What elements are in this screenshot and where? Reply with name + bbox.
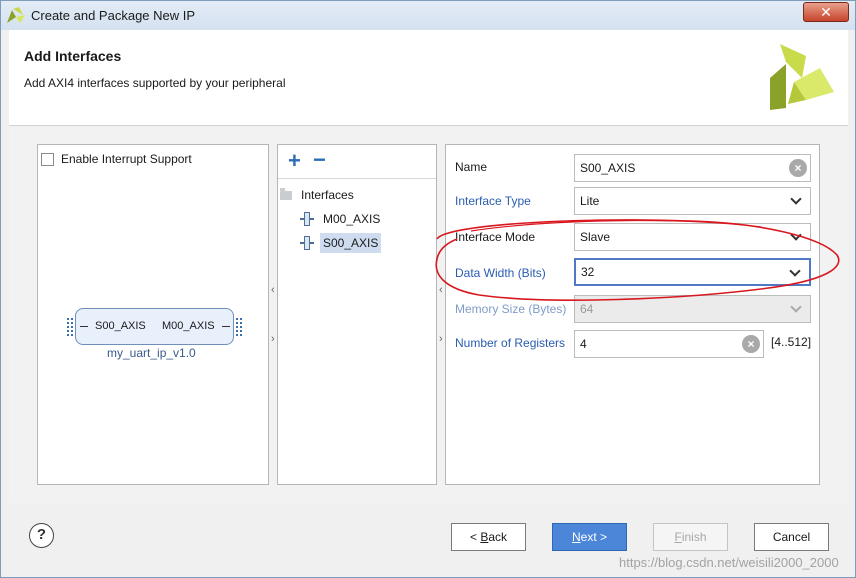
vivado-logo-icon bbox=[770, 44, 834, 110]
port-connector-icon bbox=[236, 318, 242, 336]
interface-mode-value: Slave bbox=[580, 230, 611, 244]
checkbox-box[interactable] bbox=[41, 152, 54, 166]
interfaces-toolbar: + − bbox=[278, 145, 436, 179]
cancel-button[interactable]: Cancel bbox=[754, 523, 829, 551]
expand-right-icon[interactable]: › bbox=[271, 333, 275, 345]
interface-port-icon bbox=[300, 236, 314, 250]
num-registers-range: [4..512] bbox=[771, 335, 812, 349]
port-line bbox=[222, 326, 230, 327]
title-bar: Create and Package New IP ✕ bbox=[1, 1, 855, 30]
chevron-down-icon bbox=[790, 193, 802, 205]
clear-icon[interactable]: × bbox=[742, 335, 760, 353]
folder-icon bbox=[280, 187, 292, 200]
page-title: Add Interfaces bbox=[24, 48, 122, 64]
tree-item-label: M00_AXIS bbox=[323, 212, 381, 226]
tree-item-s00-axis[interactable]: S00_AXIS bbox=[300, 232, 382, 254]
back-button[interactable]: < Back bbox=[451, 523, 526, 551]
watermark-text: https://blog.csdn.net/weisili2000_2000 bbox=[619, 555, 839, 570]
num-registers-label[interactable]: Number of Registers bbox=[455, 336, 565, 350]
port-line bbox=[80, 326, 88, 327]
next-button[interactable]: Next > bbox=[552, 523, 627, 551]
help-button[interactable]: ? bbox=[29, 523, 54, 548]
expand-right-icon[interactable]: › bbox=[439, 333, 443, 345]
clear-icon[interactable]: × bbox=[789, 159, 807, 177]
ip-preview-panel: Enable Interrupt Support S00_AXIS M00_AX… bbox=[37, 144, 269, 485]
vivado-logo-icon bbox=[7, 7, 25, 23]
ip-name: my_uart_ip_v1.0 bbox=[107, 346, 196, 360]
tree-item-m00-axis[interactable]: M00_AXIS bbox=[300, 208, 383, 230]
close-button[interactable]: ✕ bbox=[803, 2, 849, 22]
enable-interrupt-checkbox[interactable]: Enable Interrupt Support bbox=[41, 152, 192, 166]
enable-interrupt-label: Enable Interrupt Support bbox=[61, 152, 192, 166]
remove-interface-button[interactable]: − bbox=[313, 149, 326, 171]
interface-properties-panel: Name S00_AXIS × Interface Type Lite Inte… bbox=[445, 144, 820, 485]
next-access-key: N bbox=[571, 530, 581, 544]
interface-mode-select[interactable]: Slave bbox=[574, 223, 811, 251]
finish-access-key: F bbox=[674, 530, 682, 544]
interfaces-panel: + − Interfaces M00_AXIS S00_AXIS bbox=[277, 144, 437, 485]
chevron-down-icon bbox=[789, 265, 801, 277]
collapse-left-icon[interactable]: ‹ bbox=[271, 284, 275, 296]
num-registers-value: 4 bbox=[580, 337, 587, 351]
collapse-left-icon[interactable]: ‹ bbox=[439, 284, 443, 296]
name-label: Name bbox=[455, 160, 488, 174]
name-value: S00_AXIS bbox=[580, 161, 636, 175]
back-rest: ack bbox=[488, 530, 508, 544]
finish-rest: inish bbox=[681, 530, 707, 544]
finish-button[interactable]: Finish bbox=[653, 523, 728, 551]
page-subtitle: Add AXI4 interfaces supported by your pe… bbox=[24, 76, 286, 90]
memory-size-select: 64 bbox=[574, 295, 811, 323]
interface-mode-label: Interface Mode bbox=[455, 230, 536, 244]
back-prefix: < bbox=[469, 530, 481, 544]
tree-root-interfaces[interactable]: Interfaces bbox=[280, 187, 354, 202]
tree-root-label: Interfaces bbox=[301, 188, 354, 202]
memory-size-label: Memory Size (Bytes) bbox=[455, 302, 567, 316]
add-interface-button[interactable]: + bbox=[288, 149, 301, 173]
interface-port-icon bbox=[300, 212, 314, 226]
port-connector-icon bbox=[67, 318, 73, 336]
chevron-down-icon bbox=[790, 229, 802, 241]
dialog-window: Create and Package New IP ✕ Add Interfac… bbox=[0, 0, 856, 578]
data-width-select[interactable]: 32 bbox=[574, 258, 811, 286]
interface-type-label[interactable]: Interface Type bbox=[455, 194, 531, 208]
interface-type-select[interactable]: Lite bbox=[574, 187, 811, 215]
data-width-label[interactable]: Data Width (Bits) bbox=[455, 266, 546, 280]
num-registers-field[interactable]: 4 × bbox=[574, 330, 764, 358]
chevron-down-icon bbox=[790, 301, 802, 313]
tree-item-label: S00_AXIS bbox=[320, 233, 382, 253]
name-field[interactable]: S00_AXIS × bbox=[574, 154, 811, 182]
ip-block: S00_AXIS M00_AXIS bbox=[67, 308, 242, 345]
window-title: Create and Package New IP bbox=[31, 8, 196, 23]
interface-type-value: Lite bbox=[580, 194, 600, 208]
next-rest: ext > bbox=[580, 530, 608, 544]
wizard-header: Add Interfaces Add AXI4 interfaces suppo… bbox=[9, 30, 848, 126]
ip-port-s00: S00_AXIS bbox=[95, 320, 146, 332]
ip-port-m00: M00_AXIS bbox=[162, 320, 215, 332]
content-area: Enable Interrupt Support S00_AXIS M00_AX… bbox=[9, 127, 848, 503]
memory-size-value: 64 bbox=[580, 302, 594, 316]
wizard-footer: ? < Back Next > Finish Cancel https://bl… bbox=[1, 503, 855, 577]
data-width-value: 32 bbox=[581, 265, 595, 279]
